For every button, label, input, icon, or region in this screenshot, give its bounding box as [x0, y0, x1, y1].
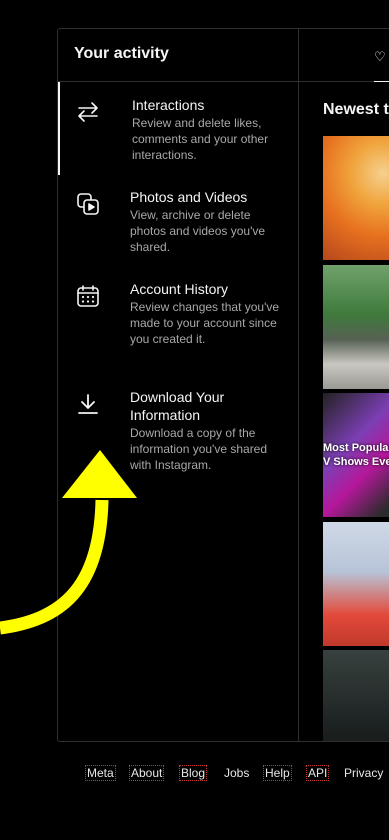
menu-item-description: Review and delete likes, comments and yo…: [132, 116, 269, 162]
footer-link-help[interactable]: Help: [263, 765, 292, 781]
footer-link-jobs[interactable]: Jobs: [223, 766, 250, 780]
footer-link-privacy[interactable]: Privacy: [343, 766, 384, 780]
thumbnail[interactable]: [323, 650, 389, 741]
menu-item-description: View, archive or delete photos and video…: [130, 208, 266, 254]
footer-link-about[interactable]: About: [128, 765, 165, 781]
menu-item-title: Download Your Information: [130, 389, 225, 423]
menu-item-title: Account History: [130, 281, 229, 297]
thumbnail-caption: Most Popular V Shows Ever: [323, 442, 389, 468]
annotation-arrow: [0, 450, 137, 635]
tab-bar: ♡: [299, 29, 389, 82]
sidebar-header: Your activity: [58, 29, 298, 82]
section-heading: Newest t: [323, 101, 389, 118]
footer-link-api[interactable]: API: [305, 765, 330, 781]
thumbnail[interactable]: [323, 136, 389, 260]
activity-content: ♡ Newest t Most Popular V Shows Ever: [299, 29, 389, 741]
tab-underline: [374, 81, 389, 82]
arrows-swap-icon: [76, 100, 100, 124]
footer-link-meta[interactable]: Meta: [85, 765, 116, 781]
menu-item-title: Interactions: [132, 97, 205, 113]
menu-item-photos-videos[interactable]: Photos and Videos View, archive or delet…: [58, 188, 298, 268]
thumbnail[interactable]: [323, 265, 389, 389]
thumbnail[interactable]: Most Popular V Shows Ever: [323, 393, 389, 517]
sidebar-title: Your activity: [74, 45, 169, 62]
thumbnail[interactable]: [323, 522, 389, 646]
calendar-icon: [76, 284, 100, 308]
footer: Meta About Blog Jobs Help API Privacy: [0, 765, 389, 782]
menu-item-description: Review changes that you've made to your …: [130, 300, 280, 346]
footer-link-blog[interactable]: Blog: [178, 765, 208, 781]
menu-item-interactions[interactable]: Interactions Review and delete likes, co…: [58, 82, 298, 175]
media-icon: [76, 192, 100, 216]
heart-icon[interactable]: ♡: [374, 49, 386, 65]
menu-item-account-history[interactable]: Account History Review changes that you'…: [58, 280, 298, 376]
download-icon: [76, 392, 100, 416]
menu-item-title: Photos and Videos: [130, 189, 248, 205]
